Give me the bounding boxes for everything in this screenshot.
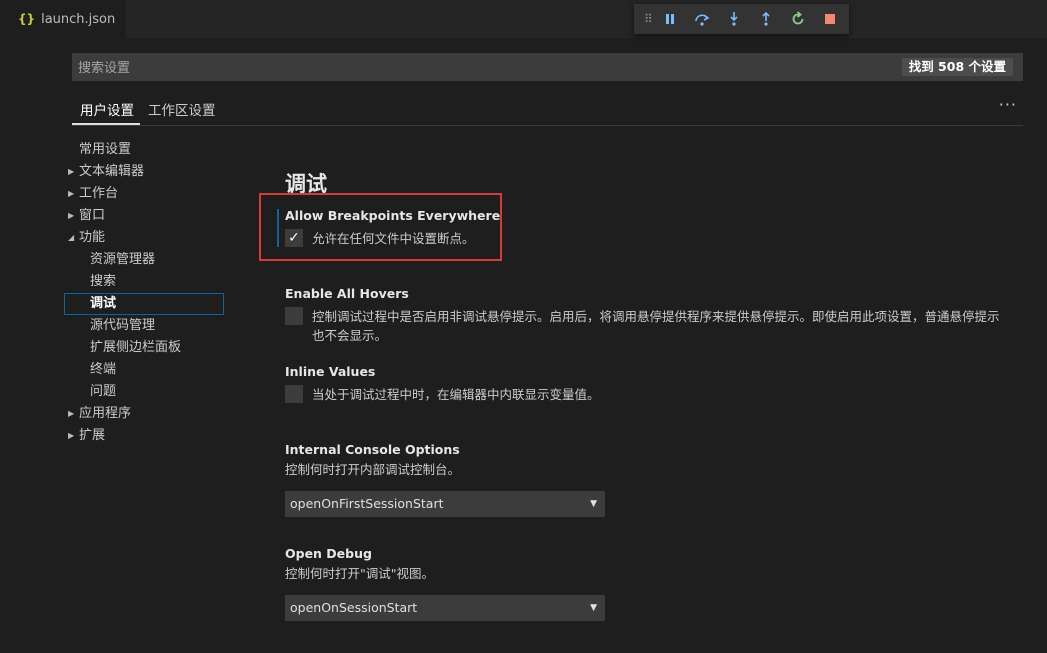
toc-item-label: 功能 xyxy=(79,230,106,245)
toc-item[interactable]: ◢ 功能 xyxy=(64,227,224,249)
setting-description: 控制何时打开"调试"视图。 xyxy=(285,566,434,581)
toc-item-label: 窗口 xyxy=(79,208,106,223)
pause-icon xyxy=(666,14,674,24)
inline-values-checkbox[interactable] xyxy=(285,385,303,403)
chevron-right-icon: ▶ xyxy=(68,211,75,220)
toc-item[interactable]: 源代码管理 xyxy=(64,315,224,337)
setting-title: Allow Breakpoints Everywhere xyxy=(285,208,501,223)
tab-launch-json[interactable]: {} launch.json xyxy=(0,0,126,38)
toc-item[interactable]: ▶ 扩展 xyxy=(64,425,224,447)
setting-internal-console-options: Internal Console Options 控制何时打开内部调试控制台。 … xyxy=(285,441,605,517)
toc-item-label: 资源管理器 xyxy=(90,252,156,267)
step-over-icon xyxy=(695,14,710,26)
debug-toolbar: ⠿ xyxy=(634,4,849,34)
toc-item[interactable]: 调试 xyxy=(64,293,224,315)
toc-item-label: 工作台 xyxy=(79,186,119,201)
stop-button[interactable] xyxy=(814,4,846,34)
step-out-button[interactable] xyxy=(750,4,782,34)
setting-title: Inline Values xyxy=(285,364,376,379)
toc-item[interactable]: 搜索 xyxy=(64,271,224,293)
restart-button[interactable] xyxy=(782,4,814,34)
toc-item[interactable]: 问题 xyxy=(64,381,224,403)
settings-scope-tabs: 用户设置 工作区设置 ··· xyxy=(72,95,1023,126)
json-braces-icon: {} xyxy=(18,12,36,26)
modified-indicator xyxy=(277,209,279,247)
step-over-button[interactable] xyxy=(686,4,718,34)
toc-item-label: 文本编辑器 xyxy=(79,164,145,179)
select-value: openOnSessionStart xyxy=(290,600,418,615)
settings-toc: 常用设置 ▶ 文本编辑器 ▶ 工作台 ▶ 窗口 ◢ 功能资源管理器搜索调试源代码管理扩展侧边栏面… xyxy=(64,139,224,447)
chevron-right-icon: ▶ xyxy=(68,409,75,418)
search-result-count-badge: 找到 508 个设置 xyxy=(901,58,1013,76)
pause-button[interactable] xyxy=(654,4,686,34)
tab-workspace-settings[interactable]: 工作区设置 xyxy=(148,99,216,119)
active-tab-underline xyxy=(72,123,140,125)
step-out-icon xyxy=(762,11,770,26)
setting-title: Internal Console Options xyxy=(285,442,460,457)
toc-item[interactable]: ▶ 窗口 xyxy=(64,205,224,227)
toc-item-label: 常用设置 xyxy=(79,142,132,157)
toc-item[interactable]: 扩展侧边栏面板 xyxy=(64,337,224,359)
setting-description: 控制何时打开内部调试控制台。 xyxy=(285,462,461,477)
toc-item[interactable]: ▶ 文本编辑器 xyxy=(64,161,224,183)
toc-item[interactable]: ▶ 工作台 xyxy=(64,183,224,205)
setting-inline-values: Inline Values 当处于调试过程中时，在编辑器中内联显示变量值。 xyxy=(285,363,600,404)
select-value: openOnFirstSessionStart xyxy=(290,496,444,511)
chevron-right-icon: ▶ xyxy=(68,431,75,440)
setting-allow-breakpoints: Allow Breakpoints Everywhere ✓ 允许在任何文件中设… xyxy=(285,207,500,248)
setting-open-debug: Open Debug 控制何时打开"调试"视图。 openOnSessionSt… xyxy=(285,545,605,621)
settings-search-input[interactable] xyxy=(72,53,880,83)
chevron-down-icon: ▼ xyxy=(590,499,597,509)
setting-description: 当处于调试过程中时，在编辑器中内联显示变量值。 xyxy=(312,387,600,402)
toc-item-label: 调试 xyxy=(90,296,117,311)
console-options-select[interactable]: openOnFirstSessionStart ▼ xyxy=(285,491,605,517)
toc-item-label: 终端 xyxy=(90,362,117,377)
chevron-right-icon: ▶ xyxy=(68,189,75,198)
toc-item[interactable]: 常用设置 xyxy=(64,139,224,161)
allow-breakpoints-checkbox[interactable]: ✓ xyxy=(285,229,303,247)
toc-item-label: 扩展侧边栏面板 xyxy=(90,340,182,355)
toc-item-label: 扩展 xyxy=(79,428,106,443)
tab-user-settings[interactable]: 用户设置 xyxy=(80,99,134,119)
toc-item-label: 源代码管理 xyxy=(90,318,156,333)
stop-icon xyxy=(825,14,835,24)
step-into-icon xyxy=(730,12,738,26)
setting-title: Enable All Hovers xyxy=(285,286,409,301)
chevron-right-icon: ▶ xyxy=(68,167,75,176)
toc-item-label: 搜索 xyxy=(90,274,117,289)
setting-description: 控制调试过程中是否启用非调试悬停提示。启用后，将调用悬停提供程序来提供悬停提示。… xyxy=(312,309,1000,343)
drag-handle-icon[interactable]: ⠿ xyxy=(644,12,654,26)
checkmark-icon: ✓ xyxy=(288,230,300,246)
toc-item[interactable]: 终端 xyxy=(64,359,224,381)
settings-search-box: 找到 508 个设置 xyxy=(72,53,1023,83)
more-actions-icon[interactable]: ··· xyxy=(999,95,1017,114)
open-debug-select[interactable]: openOnSessionStart ▼ xyxy=(285,595,605,621)
setting-enable-all-hovers: Enable All Hovers 控制调试过程中是否启用非调试悬停提示。启用后… xyxy=(285,285,1010,345)
toc-item-label: 应用程序 xyxy=(79,406,132,421)
chevron-down-icon: ▼ xyxy=(590,603,597,613)
enable-hovers-checkbox[interactable] xyxy=(285,307,303,325)
editor-tab-bar: {} launch.json xyxy=(0,0,1047,38)
setting-title: Open Debug xyxy=(285,546,372,561)
toc-item[interactable]: ▶ 应用程序 xyxy=(64,403,224,425)
restart-icon xyxy=(792,11,804,25)
toc-item-label: 问题 xyxy=(90,384,117,399)
step-into-button[interactable] xyxy=(718,4,750,34)
tab-label: launch.json xyxy=(41,11,116,27)
chevron-down-icon: ◢ xyxy=(68,233,75,242)
setting-description: 允许在任何文件中设置断点。 xyxy=(312,231,475,246)
toc-item[interactable]: 资源管理器 xyxy=(64,249,224,271)
